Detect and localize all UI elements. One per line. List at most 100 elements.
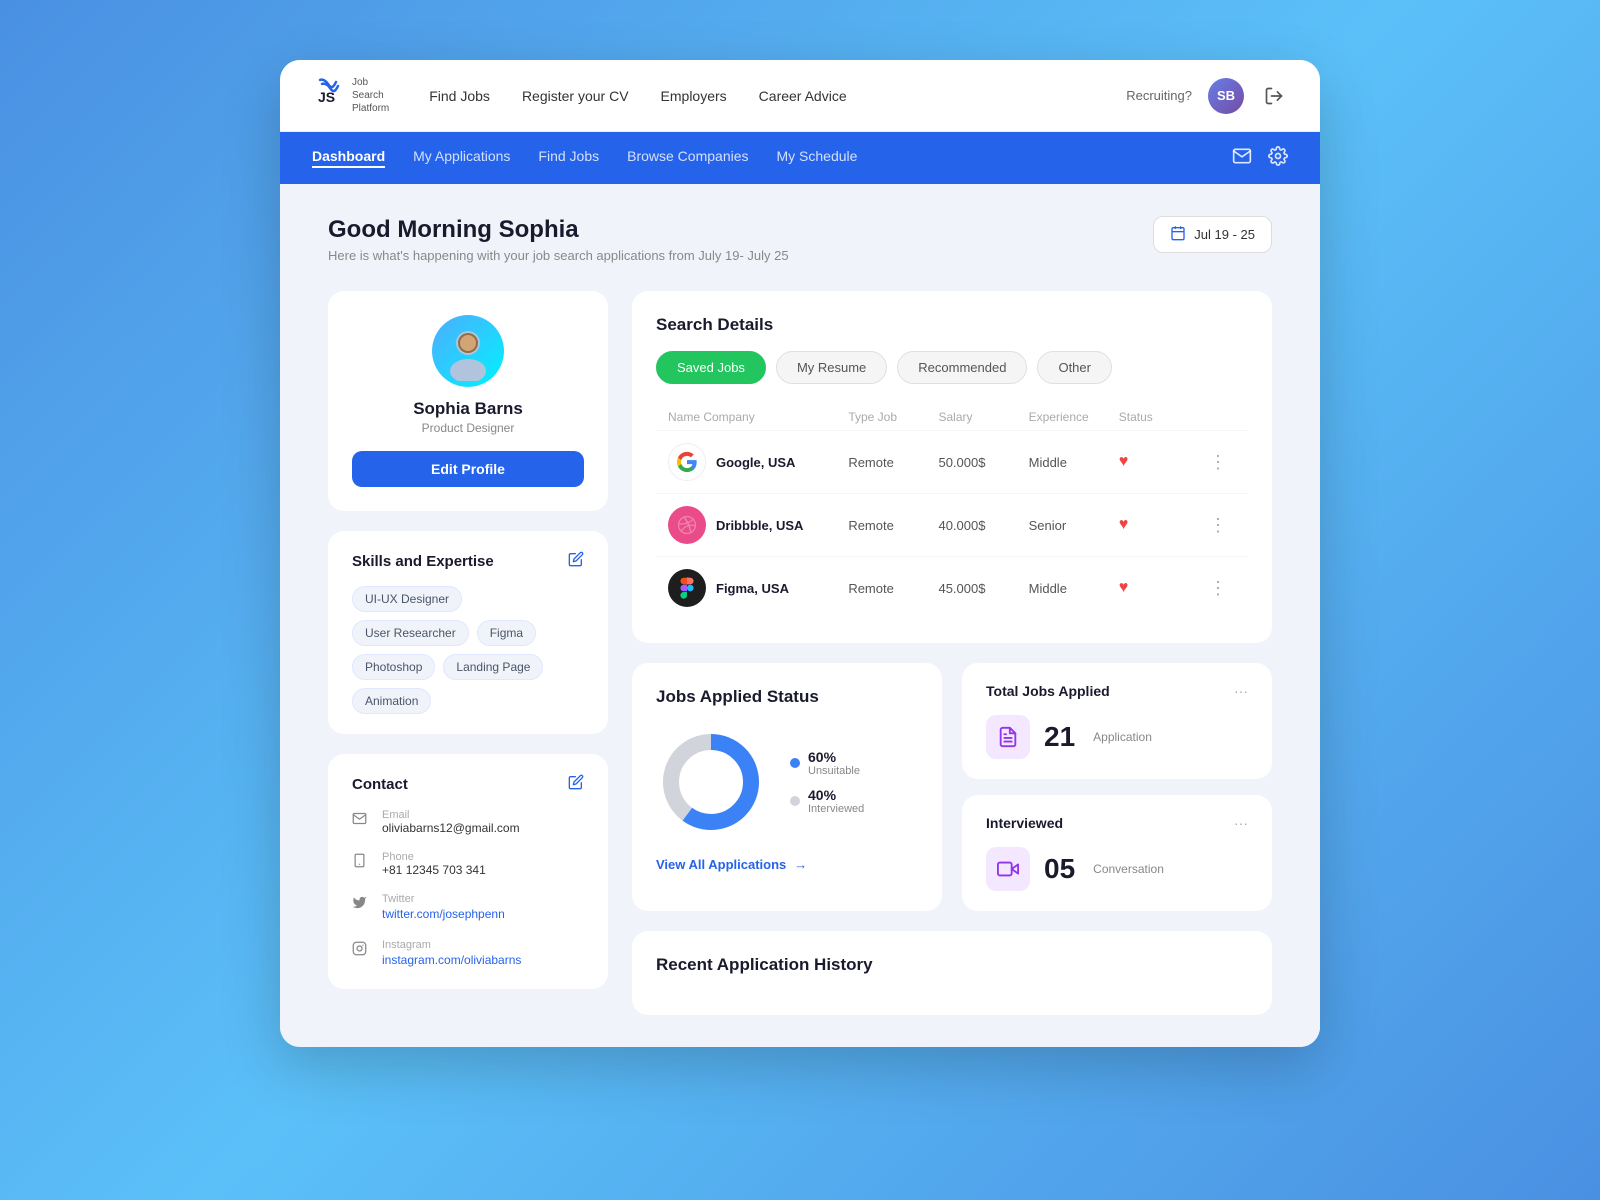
nav-employers[interactable]: Employers <box>661 88 727 104</box>
recent-title: Recent Application History <box>656 955 1248 975</box>
dribbble-logo <box>668 506 706 544</box>
favorite-icon[interactable]: ♥ <box>1119 579 1209 597</box>
right-panel: Search Details Saved Jobs My Resume Reco… <box>632 291 1272 1015</box>
legend-unsuitable: 60% Unsuitable <box>790 749 864 777</box>
interviewed-icon-box <box>986 847 1030 891</box>
date-badge[interactable]: Jul 19 - 25 <box>1153 216 1272 253</box>
jobs-status-title: Jobs Applied Status <box>656 687 918 707</box>
job-experience: Senior <box>1029 518 1119 533</box>
col-salary: Salary <box>938 410 1028 424</box>
content: Good Morning Sophia Here is what's happe… <box>280 184 1320 1047</box>
tab-other[interactable]: Other <box>1037 351 1112 384</box>
contact-twitter: Twitter twitter.com/josephpenn <box>352 893 584 923</box>
profile-card: Sophia Barns Product Designer Edit Profi… <box>328 291 608 511</box>
job-salary: 50.000$ <box>938 455 1028 470</box>
more-options-icon[interactable]: ⋮ <box>1209 578 1236 599</box>
phone-details: Phone +81 12345 703 341 <box>382 851 486 877</box>
interviewed-card: Interviewed ··· 05 <box>962 795 1272 911</box>
recent-section: Recent Application History <box>632 931 1272 1015</box>
more-options-icon[interactable]: ⋮ <box>1209 515 1236 536</box>
skill-tag: Animation <box>352 688 431 714</box>
interviewed-label: Interviewed <box>808 803 864 815</box>
nav-my-applications[interactable]: My Applications <box>413 148 510 168</box>
recruiting-label: Recruiting? <box>1126 88 1192 103</box>
total-jobs-card: Total Jobs Applied ··· <box>962 663 1272 779</box>
donut-chart <box>656 727 766 837</box>
contact-phone: Phone +81 12345 703 341 <box>352 851 584 877</box>
col-company: Name Company <box>668 410 848 424</box>
table-row: Google, USA Remote 50.000$ Middle ♥ ⋮ <box>656 430 1248 493</box>
page-header: Good Morning Sophia Here is what's happe… <box>328 216 1272 263</box>
col-type: Type Job <box>848 410 938 424</box>
interviewed-content: 05 Conversation <box>986 847 1248 891</box>
email-icon <box>352 811 370 830</box>
skill-tag: User Researcher <box>352 620 469 646</box>
jobs-status-card: Jobs Applied Status <box>632 663 942 911</box>
twitter-icon <box>352 895 370 914</box>
greeting-title: Good Morning Sophia <box>328 216 789 244</box>
unsuitable-dot <box>790 758 800 768</box>
search-details-card: Search Details Saved Jobs My Resume Reco… <box>632 291 1272 643</box>
blue-nav-right <box>1232 146 1288 171</box>
edit-profile-button[interactable]: Edit Profile <box>352 451 584 487</box>
col-actions <box>1209 410 1236 424</box>
settings-icon[interactable] <box>1268 146 1288 171</box>
job-type: Remote <box>848 455 938 470</box>
stats-column: Total Jobs Applied ··· <box>962 663 1272 911</box>
view-apps-label: View All Applications <box>656 857 786 872</box>
job-experience: Middle <box>1029 581 1119 596</box>
nav-browse-companies[interactable]: Browse Companies <box>627 148 748 168</box>
favorite-icon[interactable]: ♥ <box>1119 516 1209 534</box>
logo: JS Job Search Platform <box>312 76 389 115</box>
skills-card: Skills and Expertise UI-UX Designer User… <box>328 531 608 734</box>
total-jobs-title: Total Jobs Applied <box>986 683 1110 699</box>
more-options-icon[interactable]: ⋮ <box>1209 452 1236 473</box>
nav-register-cv[interactable]: Register your CV <box>522 88 629 104</box>
profile-job-title: Product Designer <box>352 421 584 435</box>
tab-my-resume[interactable]: My Resume <box>776 351 887 384</box>
email-label: Email <box>382 809 520 821</box>
blue-nav-links: Dashboard My Applications Find Jobs Brow… <box>312 148 1232 168</box>
contact-instagram: Instagram instagram.com/oliviabarns <box>352 939 584 969</box>
job-salary: 45.000$ <box>938 581 1028 596</box>
view-all-applications-btn[interactable]: View All Applications → <box>656 857 918 872</box>
table-header: Name Company Type Job Salary Experience … <box>656 404 1248 430</box>
nav-career-advice[interactable]: Career Advice <box>759 88 847 104</box>
tab-saved-jobs[interactable]: Saved Jobs <box>656 351 766 384</box>
twitter-link[interactable]: twitter.com/josephpenn <box>382 907 505 921</box>
skills-edit-icon[interactable] <box>568 551 584 572</box>
donut-container: 60% Unsuitable 40% Interviewed <box>656 727 918 837</box>
skill-tag: Landing Page <box>443 654 543 680</box>
phone-value: +81 12345 703 341 <box>382 863 486 877</box>
logout-icon[interactable] <box>1260 82 1288 110</box>
instagram-link[interactable]: instagram.com/oliviabarns <box>382 953 521 967</box>
mail-icon[interactable] <box>1232 146 1252 171</box>
contact-edit-icon[interactable] <box>568 774 584 795</box>
nav-find-jobs[interactable]: Find Jobs <box>429 88 490 104</box>
user-avatar[interactable]: SB <box>1208 78 1244 114</box>
greeting-subtitle: Here is what's happening with your job s… <box>328 248 789 263</box>
left-panel: Sophia Barns Product Designer Edit Profi… <box>328 291 608 1015</box>
nav-my-schedule[interactable]: My Schedule <box>777 148 858 168</box>
nav-find-jobs-blue[interactable]: Find Jobs <box>538 148 599 168</box>
favorite-icon[interactable]: ♥ <box>1119 453 1209 471</box>
nav-dashboard[interactable]: Dashboard <box>312 148 385 168</box>
search-details-title: Search Details <box>656 315 1248 335</box>
company-name: Google, USA <box>716 455 795 470</box>
email-value: oliviabarns12@gmail.com <box>382 821 520 835</box>
interviewed-dot <box>790 796 800 806</box>
figma-logo <box>668 569 706 607</box>
interviewed-more-icon[interactable]: ··· <box>1234 815 1248 831</box>
total-jobs-more-icon[interactable]: ··· <box>1234 683 1248 699</box>
two-col-layout: Sophia Barns Product Designer Edit Profi… <box>328 291 1272 1015</box>
contact-email: Email oliviabarns12@gmail.com <box>352 809 584 835</box>
total-jobs-sublabel: Application <box>1093 730 1152 744</box>
top-nav-links: Find Jobs Register your CV Employers Car… <box>429 88 1126 104</box>
tab-recommended[interactable]: Recommended <box>897 351 1027 384</box>
table-row: Figma, USA Remote 45.000$ Middle ♥ ⋮ <box>656 556 1248 619</box>
job-salary: 40.000$ <box>938 518 1028 533</box>
contact-card: Contact <box>328 754 608 989</box>
skill-tag: Figma <box>477 620 536 646</box>
profile-avatar <box>432 315 504 387</box>
bottom-row: Jobs Applied Status <box>632 663 1272 911</box>
